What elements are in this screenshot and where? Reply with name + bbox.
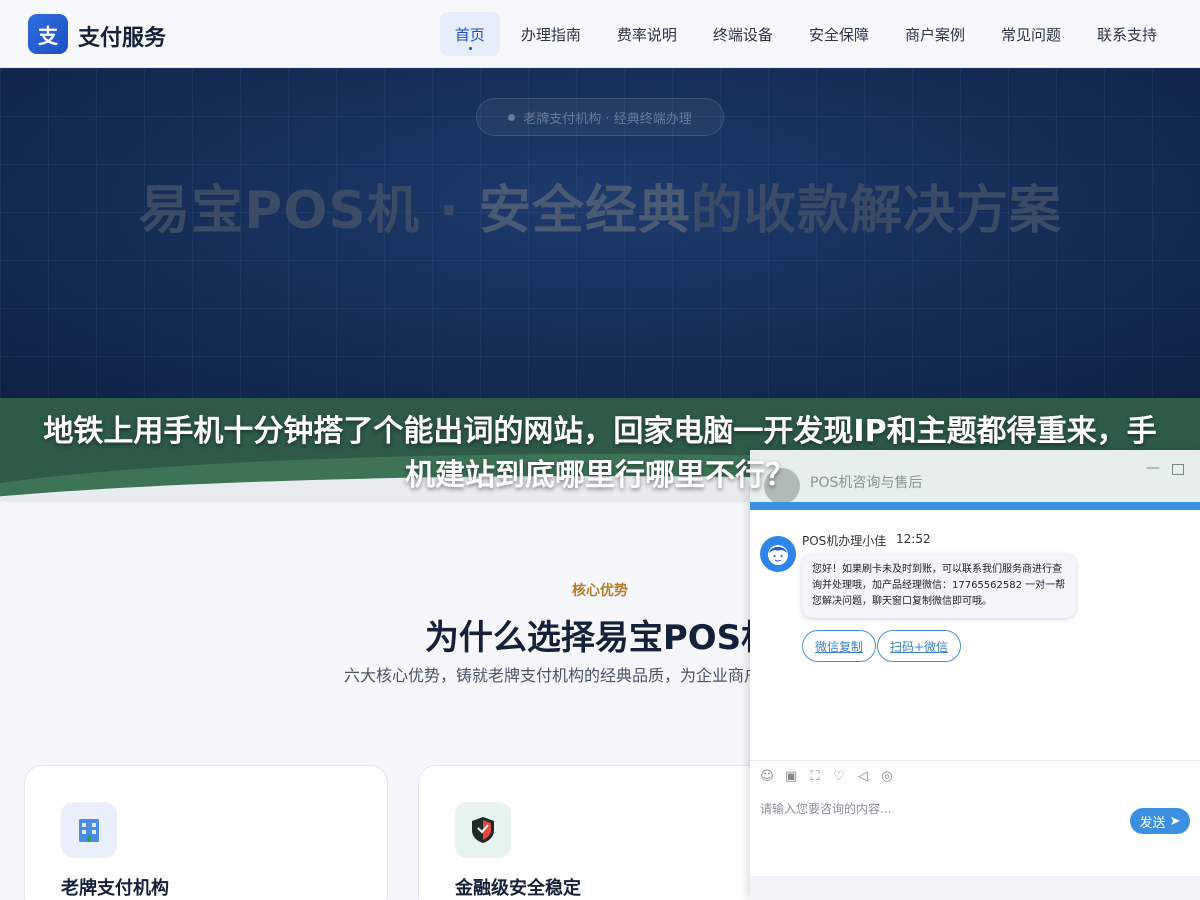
advantage-card[interactable]: 金融级安全稳定 <box>418 765 782 900</box>
nav-item-faq[interactable]: 常见问题 <box>986 12 1076 56</box>
hero-title-part1: 易宝POS机 · <box>138 181 479 241</box>
overlay-headline: 地铁上用手机十分钟搭了个能出词的网站，回家电脑一开发现IP和主题都得重来，手机建… <box>43 414 1157 493</box>
hero-title: 易宝POS机 · 安全经典的收款解决方案 <box>0 168 1200 243</box>
agent-avatar <box>760 536 796 572</box>
nav-item-guide[interactable]: 办理指南 <box>506 12 596 56</box>
hero-badge-text: 老牌支付机构 · 经典终端办理 <box>523 111 692 127</box>
building-icon <box>61 802 117 858</box>
chat-toolbar: ☺ ▣ ⛶ ♡ ◁ ◎ <box>760 770 894 784</box>
send-button[interactable]: 发送 ➤ <box>1130 808 1190 834</box>
nav-item-rates[interactable]: 费率说明 <box>602 12 692 56</box>
shield-icon <box>455 802 511 858</box>
send-label: 发送 <box>1139 815 1166 831</box>
nav-item-support[interactable]: 联系支持 <box>1082 12 1172 56</box>
top-nav: 支 支付服务 首页 办理指南 费率说明 终端设备 安全保障 商户案例 常见问题 … <box>0 0 1200 68</box>
chat-accent-bar <box>750 502 1200 510</box>
nav-item-devices[interactable]: 终端设备 <box>698 12 788 56</box>
chat-input[interactable]: 请输入您要咨询的内容... <box>760 800 1120 817</box>
chat-divider <box>750 760 1200 761</box>
screenshot-icon[interactable]: ⛶ <box>808 770 822 784</box>
nav-item-home[interactable]: 首页 <box>439 12 500 56</box>
advantage-card[interactable]: 老牌支付机构 <box>24 765 388 900</box>
card-title: 金融级安全稳定 <box>455 878 581 899</box>
chat-footer <box>750 876 1200 900</box>
agent-name: POS机办理小佳 <box>802 534 887 548</box>
message-bubble: 您好！如果刷卡未及时到账，可以联系我们服务商进行查询并处理哦，加产品经理微信：1… <box>802 554 1076 618</box>
hero-badge: 老牌支付机构 · 经典终端办理 <box>476 98 724 136</box>
main-menu: 首页 办理指南 费率说明 终端设备 安全保障 商户案例 常见问题 联系支持 <box>439 12 1172 56</box>
scan-wechat-button[interactable]: 扫码+微信 <box>877 630 962 662</box>
sound-icon[interactable]: ◁ <box>856 770 870 784</box>
badge-dot-icon <box>508 113 516 121</box>
nav-item-cases[interactable]: 商户案例 <box>890 12 980 56</box>
chat-widget: POS机咨询与售后 — POS机办理小佳 12:52 您好！如果刷卡未及时到账，… <box>750 450 1200 900</box>
hero-title-highlight: 安全经典 <box>478 181 691 241</box>
logo-icon[interactable]: 支 <box>28 14 68 54</box>
nav-item-security[interactable]: 安全保障 <box>794 12 884 56</box>
site-name[interactable]: 支付服务 <box>78 20 166 52</box>
emoji-icon[interactable]: ☺ <box>760 770 774 784</box>
message-time: 12:52 <box>896 532 931 546</box>
maximize-icon[interactable] <box>1172 464 1184 475</box>
hero-banner: 老牌支付机构 · 经典终端办理 易宝POS机 · 安全经典的收款解决方案 <box>0 68 1200 400</box>
card-title: 老牌支付机构 <box>61 878 169 899</box>
hero-title-part2: 的收款解决方案 <box>690 181 1062 241</box>
send-icon: ➤ <box>1169 813 1181 829</box>
wechat-icon[interactable]: ◎ <box>880 770 894 784</box>
image-icon[interactable]: ▣ <box>784 770 798 784</box>
evaluate-icon[interactable]: ♡ <box>832 770 846 784</box>
copy-wechat-button[interactable]: 微信复制 <box>802 630 877 662</box>
